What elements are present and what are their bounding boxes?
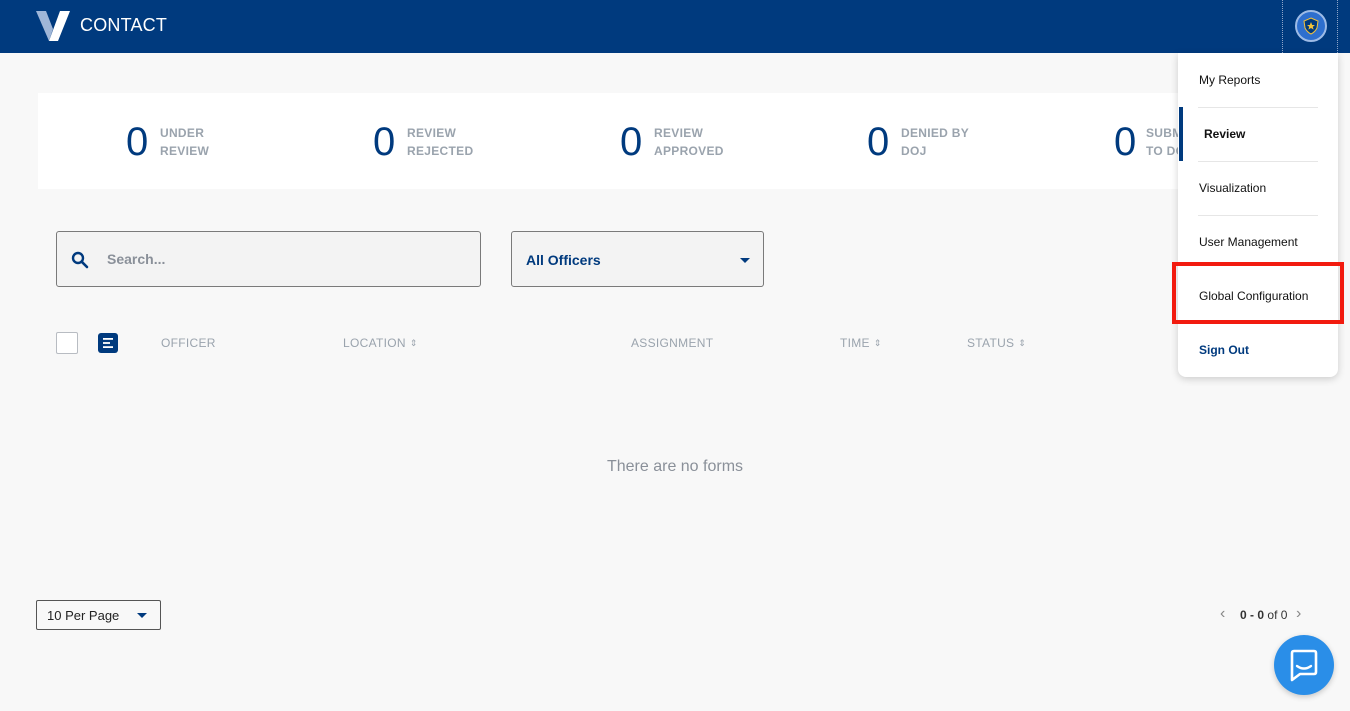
avatar[interactable] (1295, 10, 1327, 42)
pagination-range: 0 - 0 of 0 (1240, 608, 1288, 622)
top-header: CONTACT (0, 0, 1350, 53)
user-dropdown-menu: My Reports Review Visualization User Man… (1178, 53, 1338, 377)
stat-count: 0 (126, 120, 149, 164)
search-input[interactable] (107, 246, 467, 272)
column-header-status[interactable]: STATUS ⇕ (967, 336, 1026, 350)
chevron-down-icon (740, 258, 750, 263)
stat-label: UNDER REVIEW (160, 126, 210, 158)
stat-label: REVIEW APPROVED (654, 126, 724, 158)
badge-icon (1303, 17, 1319, 35)
officer-filter-value: All Officers (526, 252, 601, 268)
menu-item-review[interactable]: Review (1178, 107, 1338, 161)
empty-table-message: There are no forms (606, 458, 744, 475)
officer-filter-select[interactable]: All Officers (511, 231, 764, 287)
menu-item-my-reports[interactable]: My Reports (1178, 53, 1338, 107)
sort-icon: ⇕ (409, 338, 418, 348)
column-header-location[interactable]: LOCATION ⇕ (343, 336, 418, 350)
search-box[interactable] (56, 231, 481, 287)
active-indicator (1179, 107, 1183, 161)
user-menu-toggle[interactable] (1282, 0, 1338, 53)
stat-label: REVIEW REJECTED (407, 126, 474, 158)
chat-icon (1290, 649, 1318, 682)
column-header-assignment: ASSIGNMENT (631, 336, 714, 350)
chevron-down-icon (137, 613, 147, 618)
column-header-time[interactable]: TIME ⇕ (840, 336, 882, 350)
per-page-value: 10 Per Page (47, 608, 120, 623)
column-settings-icon[interactable] (98, 333, 118, 353)
highlight-box (1172, 262, 1344, 324)
app-title: CONTACT (80, 15, 168, 35)
sort-icon: ⇕ (1018, 338, 1027, 348)
stat-count: 0 (373, 120, 396, 164)
chevron-right-icon[interactable]: › (1296, 606, 1301, 622)
menu-item-user-management[interactable]: User Management (1178, 215, 1338, 269)
chevron-left-icon[interactable]: ‹ (1220, 606, 1225, 622)
app-logo-icon[interactable] (36, 11, 70, 41)
sort-icon: ⇕ (873, 338, 882, 348)
select-all-checkbox[interactable] (56, 332, 78, 354)
per-page-select[interactable]: 10 Per Page (36, 600, 161, 630)
stat-label: DENIED BY DOJ (901, 126, 970, 158)
status-summary-card: 0 UNDER REVIEW 0 REVIEW REJECTED 0 REVIEW A… (38, 93, 1198, 189)
search-icon (71, 251, 89, 269)
stat-count: 0 (867, 120, 890, 164)
menu-item-visualization[interactable]: Visualization (1178, 161, 1338, 215)
column-header-officer: OFFICER (161, 336, 216, 350)
stat-count: 0 (1114, 120, 1137, 164)
menu-item-sign-out[interactable]: Sign Out (1178, 323, 1338, 377)
chat-launcher-button[interactable] (1274, 635, 1334, 695)
stat-count: 0 (620, 120, 643, 164)
